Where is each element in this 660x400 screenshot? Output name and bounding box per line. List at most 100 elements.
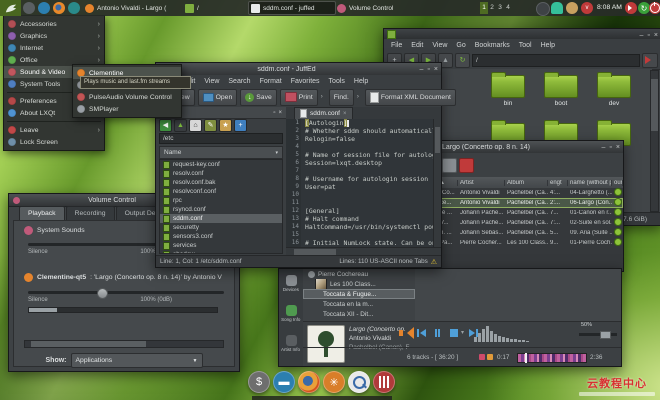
dock-mixer-icon[interactable] bbox=[373, 371, 395, 393]
close-panel-icon[interactable]: × bbox=[278, 110, 282, 116]
previous-button[interactable] bbox=[415, 327, 428, 339]
scrollbar-handle[interactable] bbox=[435, 127, 440, 153]
playlist-row[interactable]: n. ...Johann Sebas...Pachelbel (Ca...5..… bbox=[438, 228, 623, 238]
folder-bin[interactable]: bin bbox=[488, 75, 528, 107]
start-menu-item-graphics[interactable]: Graphics› bbox=[4, 30, 104, 42]
menubar-item-search[interactable]: Search bbox=[228, 78, 250, 85]
name-column-header[interactable]: Name ▾ bbox=[159, 146, 283, 159]
start-menu-item-leave[interactable]: Leave› bbox=[4, 124, 104, 136]
column-header-artist[interactable]: Artist bbox=[458, 180, 505, 186]
up-icon[interactable]: ▲ bbox=[174, 119, 187, 132]
minimize-button[interactable]: – bbox=[602, 144, 606, 151]
library-item-toccata-en-la-m[interactable]: Toccata en la m... bbox=[303, 299, 415, 309]
submenu-item-smplayer[interactable]: SMPlayer bbox=[73, 103, 181, 115]
minimize-button[interactable]: – bbox=[640, 32, 644, 39]
maximize-button[interactable]: ▫ bbox=[427, 66, 429, 73]
menubar-item-view[interactable]: View bbox=[432, 42, 447, 49]
tab-playback[interactable]: Playback bbox=[19, 206, 65, 220]
maximize-button[interactable]: ▫ bbox=[609, 144, 611, 151]
seek-bar[interactable] bbox=[517, 353, 587, 363]
editor-lines[interactable]: 1[Autologin]2# Whether sddm should autom… bbox=[286, 119, 434, 248]
file-item-request-key-conf[interactable]: request-key.conf bbox=[160, 160, 282, 169]
display-icon[interactable] bbox=[442, 158, 457, 173]
file-manager-scrollbar[interactable] bbox=[650, 70, 659, 212]
clementine-slider[interactable] bbox=[28, 288, 224, 297]
tray-ghost-icon[interactable] bbox=[551, 2, 563, 14]
sidebar-tab-artist-info[interactable]: Artist Info bbox=[279, 329, 303, 359]
library-item-pierre-cochereau[interactable]: Pierre Cochereau bbox=[303, 269, 415, 279]
toolbar-overflow-icon[interactable]: › bbox=[321, 94, 323, 100]
sidebar-tab-devices[interactable]: Devices bbox=[279, 269, 303, 299]
editor-vscrollbar[interactable] bbox=[433, 119, 441, 248]
library-item-toccata-xii-dit[interactable]: Toccata XII - Dit... bbox=[303, 309, 415, 319]
workspace-2[interactable]: 2 bbox=[488, 2, 496, 14]
workspace-3[interactable]: 3 bbox=[496, 2, 504, 14]
eject-button[interactable] bbox=[642, 53, 658, 68]
menubar-item-view[interactable]: View bbox=[204, 78, 219, 85]
taskbar-juffed[interactable]: sddm.conf - juffed bbox=[248, 1, 336, 15]
back-icon[interactable]: ◀ bbox=[159, 119, 172, 132]
horizontal-scrollbar[interactable] bbox=[24, 340, 224, 348]
volume-slider[interactable] bbox=[579, 330, 617, 338]
taskbar-file-manager[interactable]: / bbox=[182, 1, 216, 15]
tray-shield-icon[interactable]: v bbox=[581, 2, 593, 14]
files-path-input[interactable]: /etc bbox=[159, 133, 283, 144]
dock-firefox-icon[interactable] bbox=[298, 371, 320, 393]
dock-file-manager-icon[interactable]: ▬ bbox=[273, 371, 295, 393]
file-item-resolv-conf[interactable]: resolv.conf bbox=[160, 169, 282, 178]
file-item-sddm-conf[interactable]: sddm.conf bbox=[160, 214, 282, 223]
add-icon[interactable]: + bbox=[234, 119, 247, 132]
bookmark-star-icon[interactable]: ★ bbox=[219, 119, 232, 132]
tray-badge-icon[interactable] bbox=[566, 2, 578, 14]
file-item-resolvconf-conf[interactable]: resolvconf.conf bbox=[160, 187, 282, 196]
scrollbar-handle[interactable] bbox=[31, 341, 146, 347]
tray-power-icon[interactable] bbox=[649, 2, 660, 14]
tray-camera-icon[interactable] bbox=[536, 2, 550, 16]
file-item-securetty[interactable]: securetty bbox=[160, 223, 282, 232]
launcher-terminal-icon[interactable] bbox=[23, 2, 35, 14]
scrollbar-handle[interactable] bbox=[651, 79, 658, 131]
start-menu-item-internet[interactable]: Internet› bbox=[4, 42, 104, 54]
taskbar-volume-control[interactable]: Volume Control bbox=[334, 1, 408, 15]
record-icon[interactable] bbox=[459, 158, 474, 173]
menubar-item-go[interactable]: Go bbox=[456, 42, 465, 49]
launcher-monitor-icon[interactable] bbox=[68, 2, 80, 14]
workspace-1[interactable]: 1 bbox=[480, 2, 488, 14]
close-tab-icon[interactable]: × bbox=[343, 111, 347, 117]
submenu-item-pulseaudio-volume-control[interactable]: PulseAudio Volume Control bbox=[73, 91, 181, 103]
stop-button[interactable] bbox=[447, 327, 460, 339]
dock-wallet-icon[interactable]: $ bbox=[248, 371, 270, 393]
menubar-item-favorites[interactable]: Favorites bbox=[291, 78, 320, 85]
show-dropdown[interactable]: Applications ▼ bbox=[71, 353, 203, 368]
library-item-toccata-fugue[interactable]: Toccata & Fugue... bbox=[303, 289, 415, 299]
home-icon[interactable]: ⌂ bbox=[189, 119, 202, 132]
refresh-button[interactable]: ↻ bbox=[455, 53, 470, 68]
close-button[interactable]: × bbox=[434, 66, 438, 73]
playlist-row[interactable]: V...Johann Pache...Pachelbel (Ca...7:...… bbox=[438, 218, 623, 228]
workspace-4[interactable]: 4 bbox=[504, 2, 512, 14]
dock-search-notes-icon[interactable] bbox=[348, 371, 370, 393]
menubar-item-bookmarks[interactable]: Bookmarks bbox=[475, 42, 510, 49]
tab-recording[interactable]: Recording bbox=[66, 206, 115, 220]
volume-icon[interactable] bbox=[399, 327, 411, 339]
file-item-shadow[interactable]: shadow bbox=[160, 250, 282, 254]
open-button[interactable]: Open bbox=[198, 89, 238, 106]
path-input[interactable]: / bbox=[472, 54, 640, 67]
menubar-item-help[interactable]: Help bbox=[354, 78, 368, 85]
menubar-item-edit[interactable]: Edit bbox=[411, 42, 423, 49]
file-item-services[interactable]: services bbox=[160, 241, 282, 250]
folder-boot[interactable]: boot bbox=[541, 75, 581, 107]
pause-button[interactable] bbox=[431, 327, 444, 339]
column-header-album[interactable]: Album bbox=[505, 180, 548, 186]
stop-dropdown-arrow[interactable]: ▾ bbox=[461, 329, 464, 336]
maximize-button[interactable]: ▫ bbox=[647, 32, 649, 39]
menubar-item-tools[interactable]: Tools bbox=[329, 78, 345, 85]
edit-icon[interactable]: ✎ bbox=[204, 119, 217, 132]
file-item-rpc[interactable]: rpc bbox=[160, 196, 282, 205]
launcher-file-manager-icon[interactable] bbox=[38, 2, 50, 14]
clock[interactable]: 8:08 AM bbox=[597, 0, 622, 16]
launcher-firefox-icon[interactable] bbox=[53, 2, 65, 14]
playlist-row[interactable]: (Co...Antonio VivaldiPachelbel (Ca...4:.… bbox=[438, 188, 623, 198]
column-header-oun[interactable]: oun bbox=[612, 180, 623, 186]
folder-dev[interactable]: dev bbox=[594, 75, 634, 107]
